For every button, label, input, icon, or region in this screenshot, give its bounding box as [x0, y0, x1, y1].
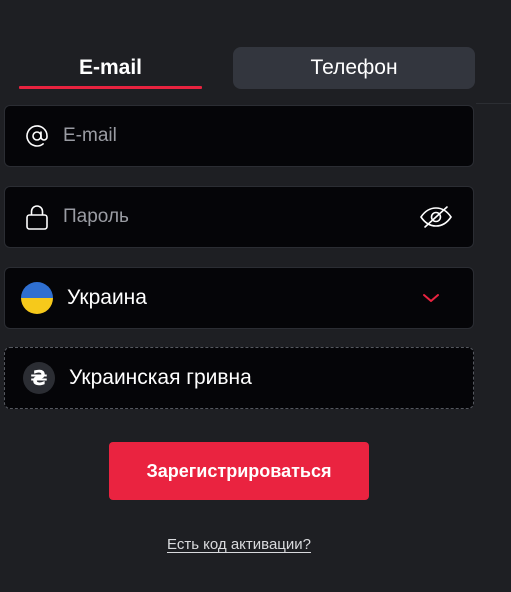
activation-code-link-label: Есть код активации?	[166, 536, 311, 553]
email-input[interactable]	[63, 106, 453, 166]
tab-phone[interactable]: Телефон	[233, 47, 475, 89]
eye-slash-icon[interactable]	[419, 205, 453, 229]
currency-value: Украинская гривна	[69, 366, 252, 389]
currency-field[interactable]: ₴ Украинская гривна	[4, 347, 474, 409]
divider	[476, 103, 511, 104]
activation-code-link[interactable]: Есть код активации?	[0, 536, 478, 553]
password-field[interactable]	[4, 186, 474, 248]
ukraine-flag-icon	[21, 282, 53, 314]
email-field[interactable]	[4, 105, 474, 167]
register-button[interactable]: Зарегистрироваться	[109, 442, 369, 500]
register-button-label: Зарегистрироваться	[146, 460, 332, 481]
country-select[interactable]: Украина	[4, 267, 474, 329]
hryvnia-icon: ₴	[23, 362, 55, 394]
at-icon	[25, 124, 49, 148]
tab-phone-label: Телефон	[310, 56, 398, 79]
tab-email[interactable]: E-mail	[19, 47, 202, 89]
password-input[interactable]	[63, 187, 403, 247]
lock-icon	[25, 204, 49, 230]
country-value: Украина	[67, 286, 147, 309]
tab-email-active-indicator	[19, 86, 202, 89]
chevron-down-icon[interactable]	[421, 292, 441, 304]
tab-email-label: E-mail	[78, 56, 143, 79]
registration-form: E-mail Телефон E-mail Украина ₴ Украинск…	[0, 0, 511, 592]
